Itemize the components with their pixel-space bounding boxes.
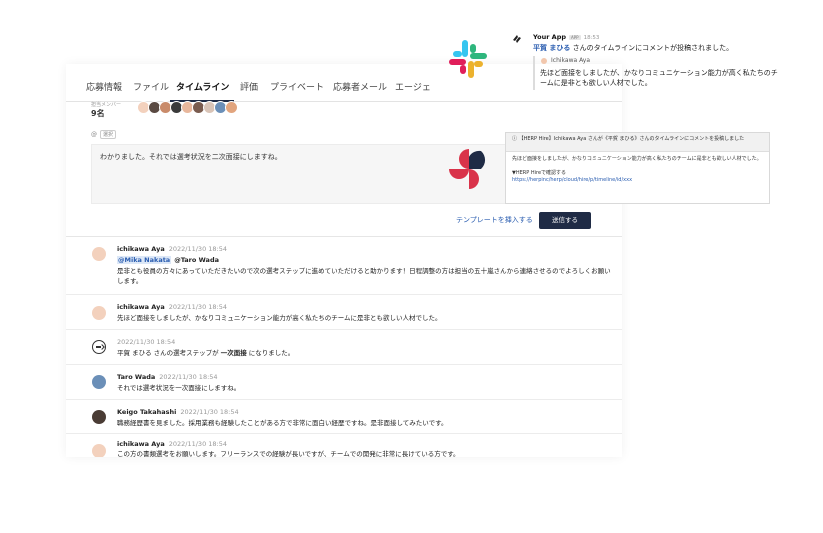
entry-header: ichikawa Aya 2022/11/30 18:54 <box>117 303 227 311</box>
title-text: さんのタイムラインにコメントが投稿されました。 <box>570 44 734 52</box>
email-url-link[interactable]: https://herpinc/herp/cloud/hire/p/timeli… <box>512 177 763 184</box>
timeline-entry: Taro Wada 2022/11/30 18:54 それでは選考状況を一次面接に… <box>66 365 622 400</box>
entry-text: 職務経歴書を見ました。採用業務も経験したことがある方で非常に面白い経歴ですね。是… <box>117 419 448 427</box>
mention-chip[interactable]: @Mika Nakata <box>117 256 172 264</box>
tab-private[interactable]: プライベート <box>270 80 324 93</box>
email-subject: ⓘ 【HERP Hire】Ichikawa Aya さんが《平賀 まひる》さんの… <box>506 133 769 152</box>
timestamp: 2022/11/30 18:54 <box>168 245 227 253</box>
quote-author: Ichikawa Aya <box>551 57 590 64</box>
avatar <box>92 247 106 261</box>
mention-selector[interactable]: @ 選択 <box>91 130 117 139</box>
timeline-entry: ichikawa Aya 2022/11/30 18:54 先ほど面接をしましたが… <box>66 295 622 330</box>
mention-chip[interactable]: @Taro Wada <box>174 256 219 264</box>
tab-bar: 応募情報 ファイル タイムライン 評価 プライベート 応募者メール エージェ <box>66 72 622 102</box>
quote-bar <box>533 56 535 90</box>
app-logo-icon <box>513 35 521 43</box>
tab-applicant-mail[interactable]: 応募者メール <box>333 80 387 93</box>
entry-text: それでは選考状況を一次面接にしますね。 <box>117 384 241 392</box>
slack-message-header: Your App APP 18:53 <box>533 33 599 41</box>
mention-tag[interactable]: 選択 <box>100 130 117 139</box>
author-name[interactable]: Keigo Takahashi <box>117 408 176 416</box>
slack-message-title: 平賀 まひる さんのタイムラインにコメントが投稿されました。 <box>533 43 733 53</box>
author-name[interactable]: ichikawa Aya <box>117 440 165 448</box>
pinwheel-logo-icon <box>449 149 486 189</box>
status-text: になりました。 <box>246 349 295 357</box>
email-text: 先ほど面接をしましたが、かなりコミュニケーション能力が高く私たちのチームに是非と… <box>512 156 762 162</box>
timeline-entry: Keigo Takahashi 2022/11/30 18:54 職務経歴書を見ま… <box>66 400 622 434</box>
timestamp: 2022/11/30 18:54 <box>117 338 176 346</box>
entry-header: 2022/11/30 18:54 <box>117 338 175 346</box>
insert-template-link[interactable]: テンプレートを挿入する <box>456 215 533 225</box>
app-badge: APP <box>569 34 581 40</box>
status-text: 平賀 まひる さんの選考ステップが <box>117 349 221 357</box>
timestamp: 18:53 <box>583 35 600 41</box>
entry-header: ichikawa Aya 2022/11/30 18:54 <box>117 245 227 253</box>
tab-evaluation[interactable]: 評価 <box>240 80 258 93</box>
entry-mentions: @Mika Nakata @Taro Wada <box>117 255 612 265</box>
avatar <box>92 306 106 320</box>
avatar <box>92 410 106 424</box>
send-button[interactable]: 送信する <box>539 212 591 229</box>
at-icon: @ <box>91 131 97 138</box>
slack-logo-icon <box>449 40 487 78</box>
tab-timeline[interactable]: タイムライン <box>176 80 229 93</box>
author-name[interactable]: Taro Wada <box>117 373 155 381</box>
author-name[interactable]: ichikawa Aya <box>117 303 165 311</box>
entry-text: この方の書類選考をお願いします。フリーランスでの経験が長いですが、チームでの開発… <box>117 450 460 457</box>
members-label: 担当メンバー <box>91 102 122 108</box>
avatar <box>225 101 238 114</box>
avatar <box>541 58 547 64</box>
status-step: 一次面接 <box>220 349 247 357</box>
tab-agent[interactable]: エージェ <box>395 80 431 93</box>
quote-text: 先ほど面接をしましたが、かなりコミュニケーション能力が高く私たちのチームに是非と… <box>540 69 778 87</box>
timeline-entry: ichikawa Aya 2022/11/30 18:54 この方の書類選考をお願… <box>66 434 622 457</box>
avatar <box>92 444 106 457</box>
entry-header: Keigo Takahashi 2022/11/30 18:54 <box>117 408 239 416</box>
tab-application-info[interactable]: 応募情報 <box>86 80 122 93</box>
app-name[interactable]: Your App <box>533 33 566 41</box>
entry-text: 是非とも役員の方々にあっていただきたいので次の選考ステップに進めていただけると助… <box>117 267 611 285</box>
entry-text: 平賀 まひる さんの選考ステップが 一次面接 になりました。 <box>117 348 612 358</box>
tab-files[interactable]: ファイル <box>133 80 169 93</box>
email-notification-card: ⓘ 【HERP Hire】Ichikawa Aya さんが《平賀 まひる》さんの… <box>505 132 770 204</box>
timeline-entry: 2022/11/30 18:54 平賀 まひる さんの選考ステップが 一次面接 … <box>66 330 622 365</box>
timestamp: 2022/11/30 18:54 <box>159 373 218 381</box>
timestamp: 2022/11/30 18:54 <box>180 408 239 416</box>
candidate-panel: 応募情報 ファイル タイムライン 評価 プライベート 応募者メール エージェ 担… <box>66 64 622 457</box>
author-name[interactable]: ichikawa Aya <box>117 245 165 253</box>
timestamp: 2022/11/30 18:54 <box>168 303 227 311</box>
entry-header: ichikawa Aya 2022/11/30 18:54 <box>117 440 227 448</box>
entry-text: 先ほど面接をしましたが、かなりコミュニケーション能力が高く私たちのチームに是非と… <box>117 314 442 322</box>
timestamp: 2022/11/30 18:54 <box>168 440 227 448</box>
entry-header: Taro Wada 2022/11/30 18:54 <box>117 373 218 381</box>
timeline-entry: ichikawa Aya 2022/11/30 18:54 @Mika Nakat… <box>66 237 622 295</box>
members-count: 9名 <box>91 109 105 118</box>
email-body: 先ほど面接をしましたが、かなりコミュニケーション能力が高く私たちのチームに是非と… <box>506 152 769 188</box>
candidate-link[interactable]: 平賀 まひる <box>533 44 570 52</box>
arrow-right-icon <box>92 340 106 354</box>
avatar <box>92 375 106 389</box>
email-link-label: ▼HERP Hireで確認する <box>512 170 567 176</box>
